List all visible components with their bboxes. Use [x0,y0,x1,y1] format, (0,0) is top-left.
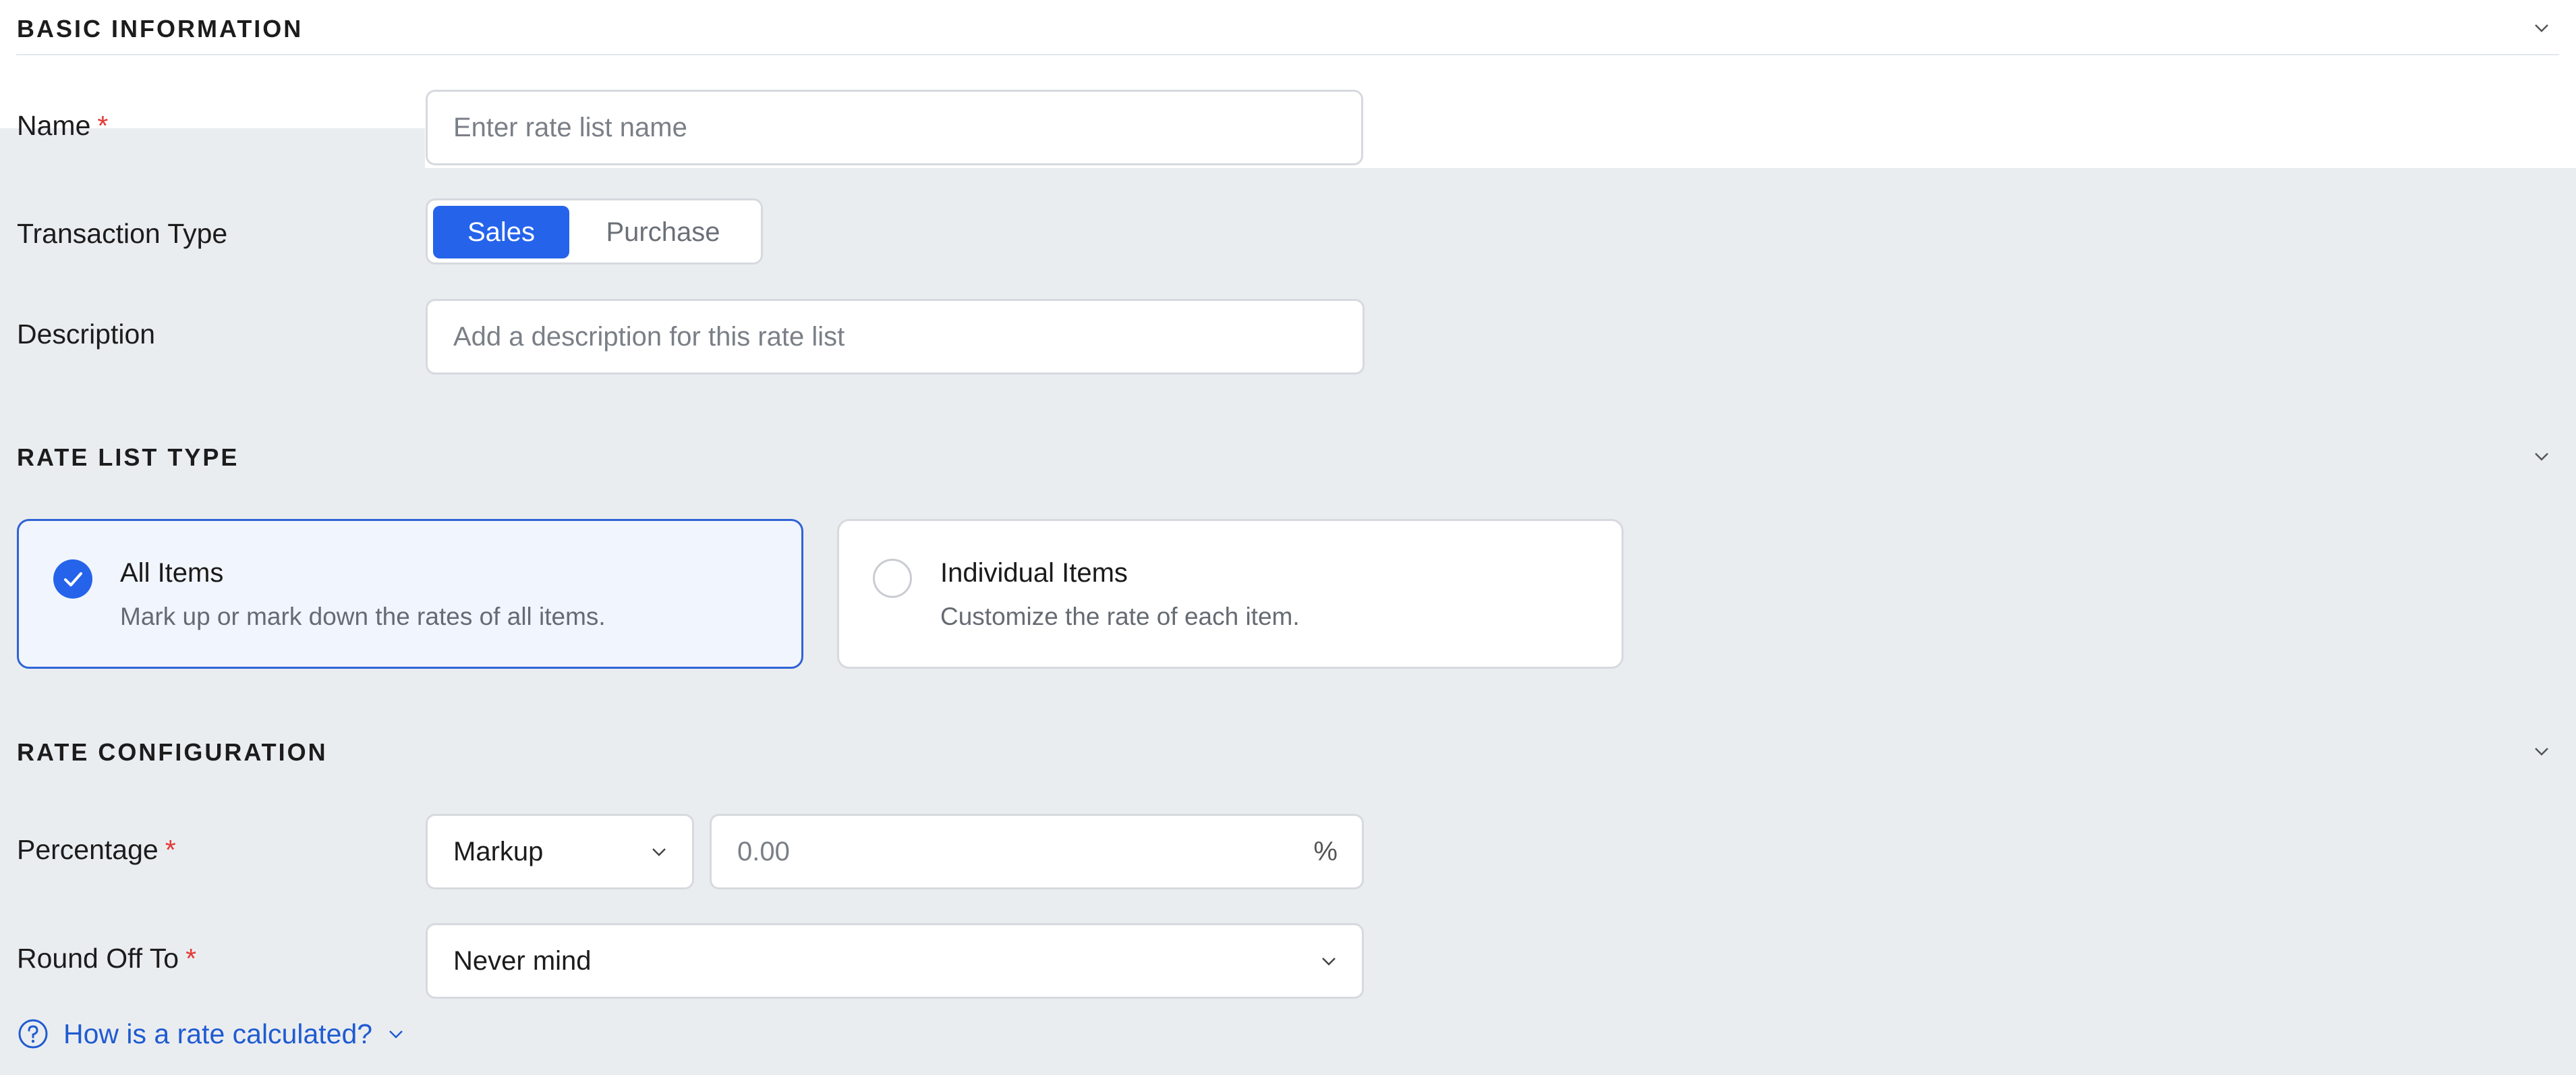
rate-list-type-collapse-button[interactable] [2533,447,2550,468]
help-circle-icon [18,1019,48,1049]
individual-items-title: Individual Items [940,558,1128,588]
chevron-down-icon [2535,748,2548,756]
rate-configuration-collapse-button[interactable] [2533,742,2550,763]
name-input-placeholder: Enter rate list name [453,112,687,142]
rate-list-type-all-items-card[interactable]: All Items Mark up or mark down the rates… [17,519,803,669]
name-label: Name * [17,110,108,142]
required-marker: * [185,943,197,974]
chevron-down-icon [2535,453,2548,461]
all-items-title: All Items [120,558,224,588]
basic-info-collapse-button[interactable] [2533,19,2550,40]
check-icon [64,572,82,586]
required-marker: * [97,110,109,141]
individual-items-description: Customize the rate of each item. [940,603,1300,630]
section-divider [16,54,2559,55]
rate-list-type-individual-items-card[interactable]: Individual Items Customize the rate of e… [837,519,1624,669]
chevron-down-icon [2535,24,2548,32]
help-link-text: How is a rate calculated? [63,1018,373,1049]
name-input[interactable]: Enter rate list name [426,90,1363,165]
round-off-label-text: Round Off To [17,943,179,974]
percentage-value-placeholder: 0.00 [737,836,790,866]
description-input-placeholder: Add a description for this rate list [453,321,845,352]
name-label-text: Name [17,110,91,141]
transaction-type-toggle: Sales Purchase [426,198,763,265]
transaction-type-label: Transaction Type [17,218,228,249]
rate-calculation-help-link[interactable]: How is a rate calculated? [17,1018,405,1050]
round-off-value: Never mind [453,945,592,976]
percentage-label-text: Percentage [17,834,159,865]
percentage-type-value: Markup [453,836,544,866]
chevron-down-icon [652,848,666,856]
all-items-radio[interactable] [53,559,92,599]
percentage-label: Percentage * [17,834,176,866]
section-title-rate-configuration: RATE CONFIGURATION [17,738,328,766]
description-input[interactable]: Add a description for this rate list [426,299,1365,375]
chevron-down-icon [389,1030,403,1039]
percentage-suffix: % [1313,836,1338,866]
required-marker: * [165,834,176,865]
round-off-select[interactable]: Never mind [426,923,1364,999]
section-title-basic-information: BASIC INFORMATION [17,15,304,43]
transaction-type-purchase-button[interactable]: Purchase [575,206,751,258]
transaction-type-sales-button[interactable]: Sales [433,206,569,258]
description-label: Description [17,319,156,350]
percentage-value-input[interactable]: 0.00 % [710,814,1364,889]
individual-items-radio[interactable] [873,559,912,598]
round-off-label: Round Off To * [17,943,196,974]
chevron-down-icon [1322,958,1336,966]
section-title-rate-list-type: RATE LIST TYPE [17,443,239,471]
percentage-type-select[interactable]: Markup [426,814,694,889]
all-items-description: Mark up or mark down the rates of all it… [120,603,606,630]
